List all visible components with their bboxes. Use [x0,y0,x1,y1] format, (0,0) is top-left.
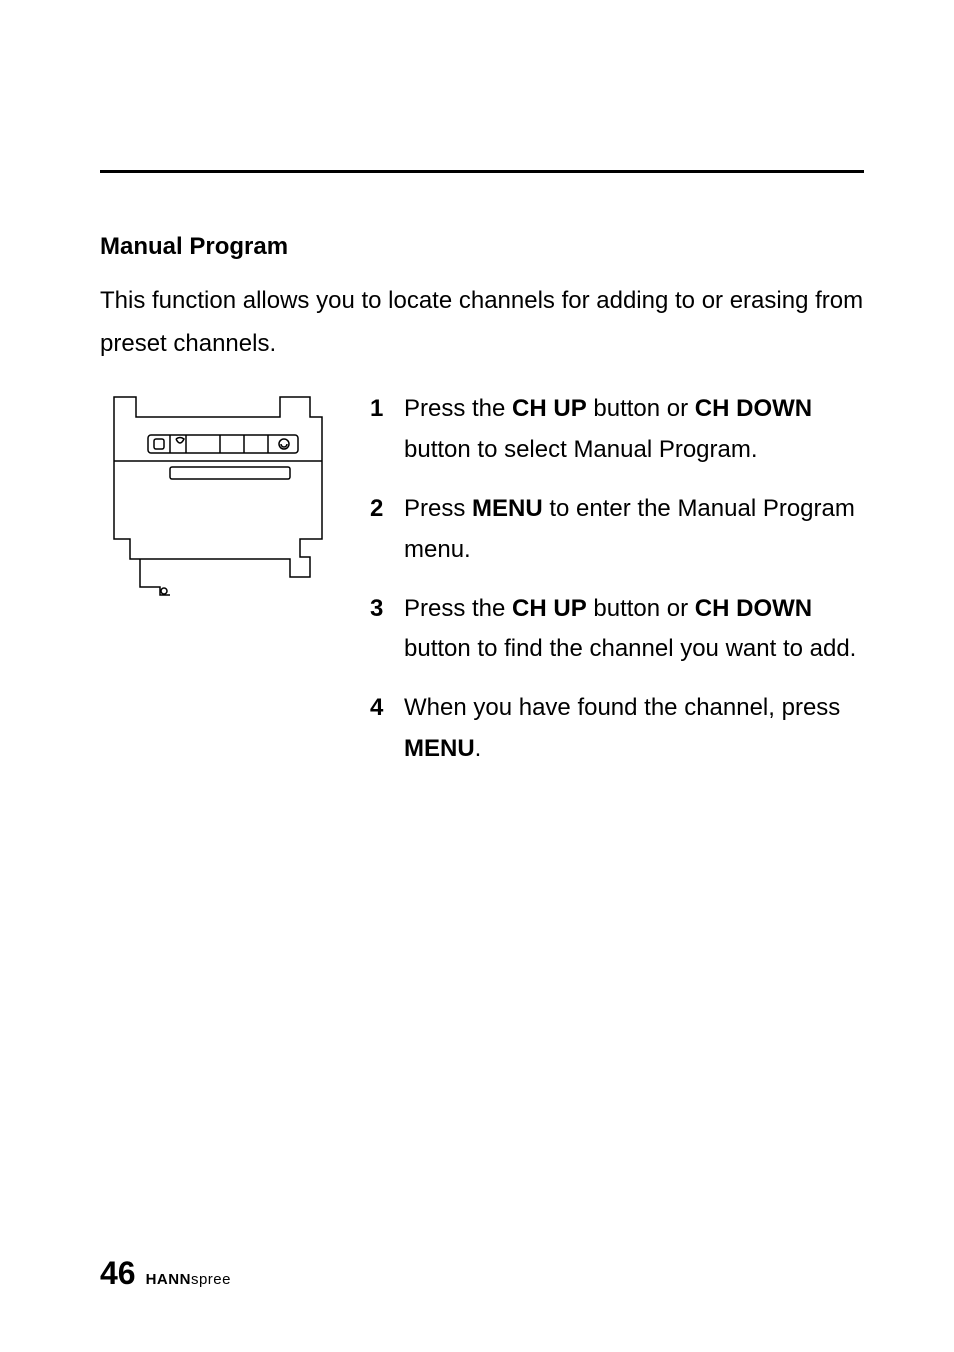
device-svg [100,389,330,599]
step-item: 4When you have found the channel, press … [370,688,864,770]
step-text: Press the [404,595,512,622]
step-text: button to find the channel you want to a… [404,635,856,662]
step-item: 3Press the CH UP button or CH DOWN butto… [370,589,864,671]
step-text-bold: CH DOWN [695,395,812,422]
brand: HANNspree [146,1271,231,1288]
step-text-bold: CH UP [512,395,587,422]
step-text-bold: MENU [404,735,475,762]
step-text: button to select Manual Program. [404,436,758,463]
step-body: When you have found the channel, press M… [404,688,864,770]
step-text: When you have found the channel, press [404,694,840,721]
step-number: 4 [370,688,404,770]
step-text-bold: CH UP [512,595,587,622]
section-intro: This function allows you to locate chann… [100,279,864,365]
brand-bold: HANN [146,1271,191,1288]
rule [100,170,864,173]
footer: 46 HANNspree [100,1255,231,1292]
step-text-bold: CH DOWN [695,595,812,622]
step-text: Press the [404,395,512,422]
step-text: button or [587,395,695,422]
step-text-bold: MENU [472,495,543,522]
step-body: Press MENU to enter the Manual Program m… [404,489,864,571]
page: Manual Program This function allows you … [0,0,954,1352]
step-number: 1 [370,389,404,471]
page-number: 46 [100,1255,136,1292]
step-text: button or [587,595,695,622]
step-item: 2Press MENU to enter the Manual Program … [370,489,864,571]
step-text: . [475,735,482,762]
step-item: 1Press the CH UP button or CH DOWN butto… [370,389,864,471]
brand-light: spree [191,1271,231,1288]
section-title: Manual Program [100,233,864,261]
content-row: 1Press the CH UP button or CH DOWN butto… [100,389,864,787]
device-diagram [100,389,330,599]
step-body: Press the CH UP button or CH DOWN button… [404,389,864,471]
step-text: Press [404,495,472,522]
step-number: 3 [370,589,404,671]
step-number: 2 [370,489,404,571]
step-body: Press the CH UP button or CH DOWN button… [404,589,864,671]
steps-list: 1Press the CH UP button or CH DOWN butto… [370,389,864,787]
